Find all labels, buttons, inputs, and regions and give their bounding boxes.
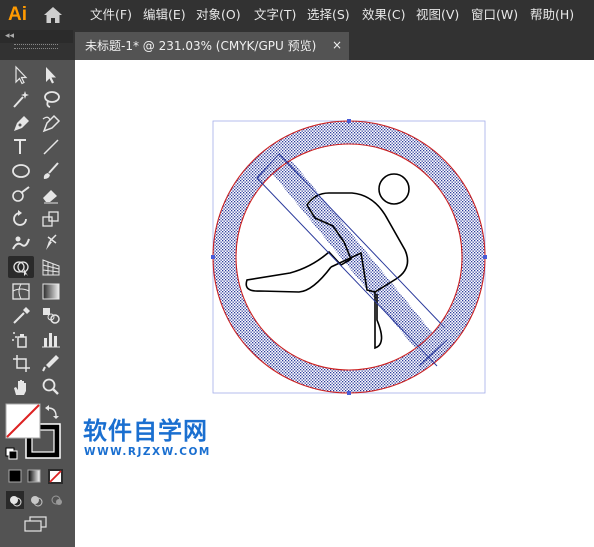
prohibition-sign-artwork[interactable] [75, 60, 594, 547]
perspective-grid-tool-icon[interactable] [40, 257, 62, 277]
line-segment-tool-icon[interactable] [40, 137, 62, 157]
color-mode-buttons[interactable] [8, 469, 66, 485]
fill-stroke-swatches[interactable] [4, 402, 62, 468]
watermark-title: 软件自学网 [83, 417, 208, 445]
free-transform-tool-icon[interactable] [40, 233, 62, 253]
eraser-tool-icon[interactable] [40, 185, 62, 205]
collapse-panel-icon[interactable]: ◂◂ [5, 30, 14, 42]
menu-help[interactable]: 帮助(H) [530, 7, 574, 22]
slice-tool-icon[interactable] [40, 353, 62, 373]
shape-builder-tool-icon[interactable] [8, 256, 34, 278]
gradient-tool-icon[interactable] [40, 281, 62, 301]
selection-tool-icon[interactable] [10, 65, 32, 85]
menu-select[interactable]: 选择(S) [307, 7, 350, 22]
menu-file[interactable]: 文件(F) [90, 7, 132, 22]
swap-fill-stroke-icon [47, 407, 57, 417]
pen-tool-icon[interactable] [10, 113, 32, 133]
app-logo: Ai [8, 4, 27, 25]
document-tab[interactable]: 未标题-1* @ 231.03% (CMYK/GPU 预览) × [75, 32, 349, 60]
artboard-tool-icon[interactable] [10, 353, 32, 373]
hand-tool-icon[interactable] [10, 377, 32, 397]
magic-wand-tool-icon[interactable] [10, 89, 32, 109]
document-tab-title: 未标题-1* @ 231.03% (CMYK/GPU 预览) [85, 39, 317, 53]
watermark: 软件自学网 WWW.RJZXW.COM [83, 417, 211, 459]
mesh-tool-icon[interactable] [10, 281, 32, 301]
zoom-tool-icon[interactable] [40, 377, 62, 397]
watermark-url: WWW.RJZXW.COM [84, 446, 211, 458]
screen-mode-icon[interactable] [24, 516, 48, 532]
menu-object[interactable]: 对象(O) [196, 7, 241, 22]
close-icon[interactable]: × [332, 38, 342, 53]
menu-effect[interactable]: 效果(C) [362, 7, 405, 22]
menu-window[interactable]: 窗口(W) [471, 7, 518, 22]
warp-tool-icon[interactable] [10, 233, 32, 253]
sign-ring [75, 60, 594, 547]
lasso-tool-icon[interactable] [40, 89, 62, 109]
tools-panel [0, 60, 73, 547]
column-graph-tool-icon[interactable] [40, 329, 62, 349]
paintbrush-tool-icon[interactable] [40, 161, 62, 181]
menu-view[interactable]: 视图(V) [416, 7, 459, 22]
direct-selection-tool-icon[interactable] [40, 65, 62, 85]
eyedropper-tool-icon[interactable] [10, 305, 32, 325]
menu-type[interactable]: 文字(T) [254, 7, 296, 22]
symbol-sprayer-tool-icon[interactable] [10, 329, 32, 349]
shaper-tool-icon[interactable] [10, 185, 32, 205]
blend-tool-icon[interactable] [40, 305, 62, 325]
artboard-canvas[interactable]: 软件自学网 WWW.RJZXW.COM [75, 60, 594, 547]
panel-grip[interactable] [14, 44, 58, 49]
menu-edit[interactable]: 编辑(E) [143, 7, 186, 22]
type-tool-icon[interactable] [10, 137, 32, 157]
scale-tool-icon[interactable] [40, 209, 62, 229]
curvature-tool-icon[interactable] [40, 113, 62, 133]
tools-panel-header: ◂◂ [0, 30, 73, 49]
draw-mode-buttons[interactable] [6, 491, 66, 509]
ellipse-tool-icon[interactable] [10, 161, 32, 181]
rotate-tool-icon[interactable] [10, 209, 32, 229]
home-icon[interactable] [43, 6, 63, 24]
menu-bar: Ai 文件(F) 编辑(E) 对象(O) 文字(T) 选择(S) 效果(C) 视… [0, 0, 594, 30]
